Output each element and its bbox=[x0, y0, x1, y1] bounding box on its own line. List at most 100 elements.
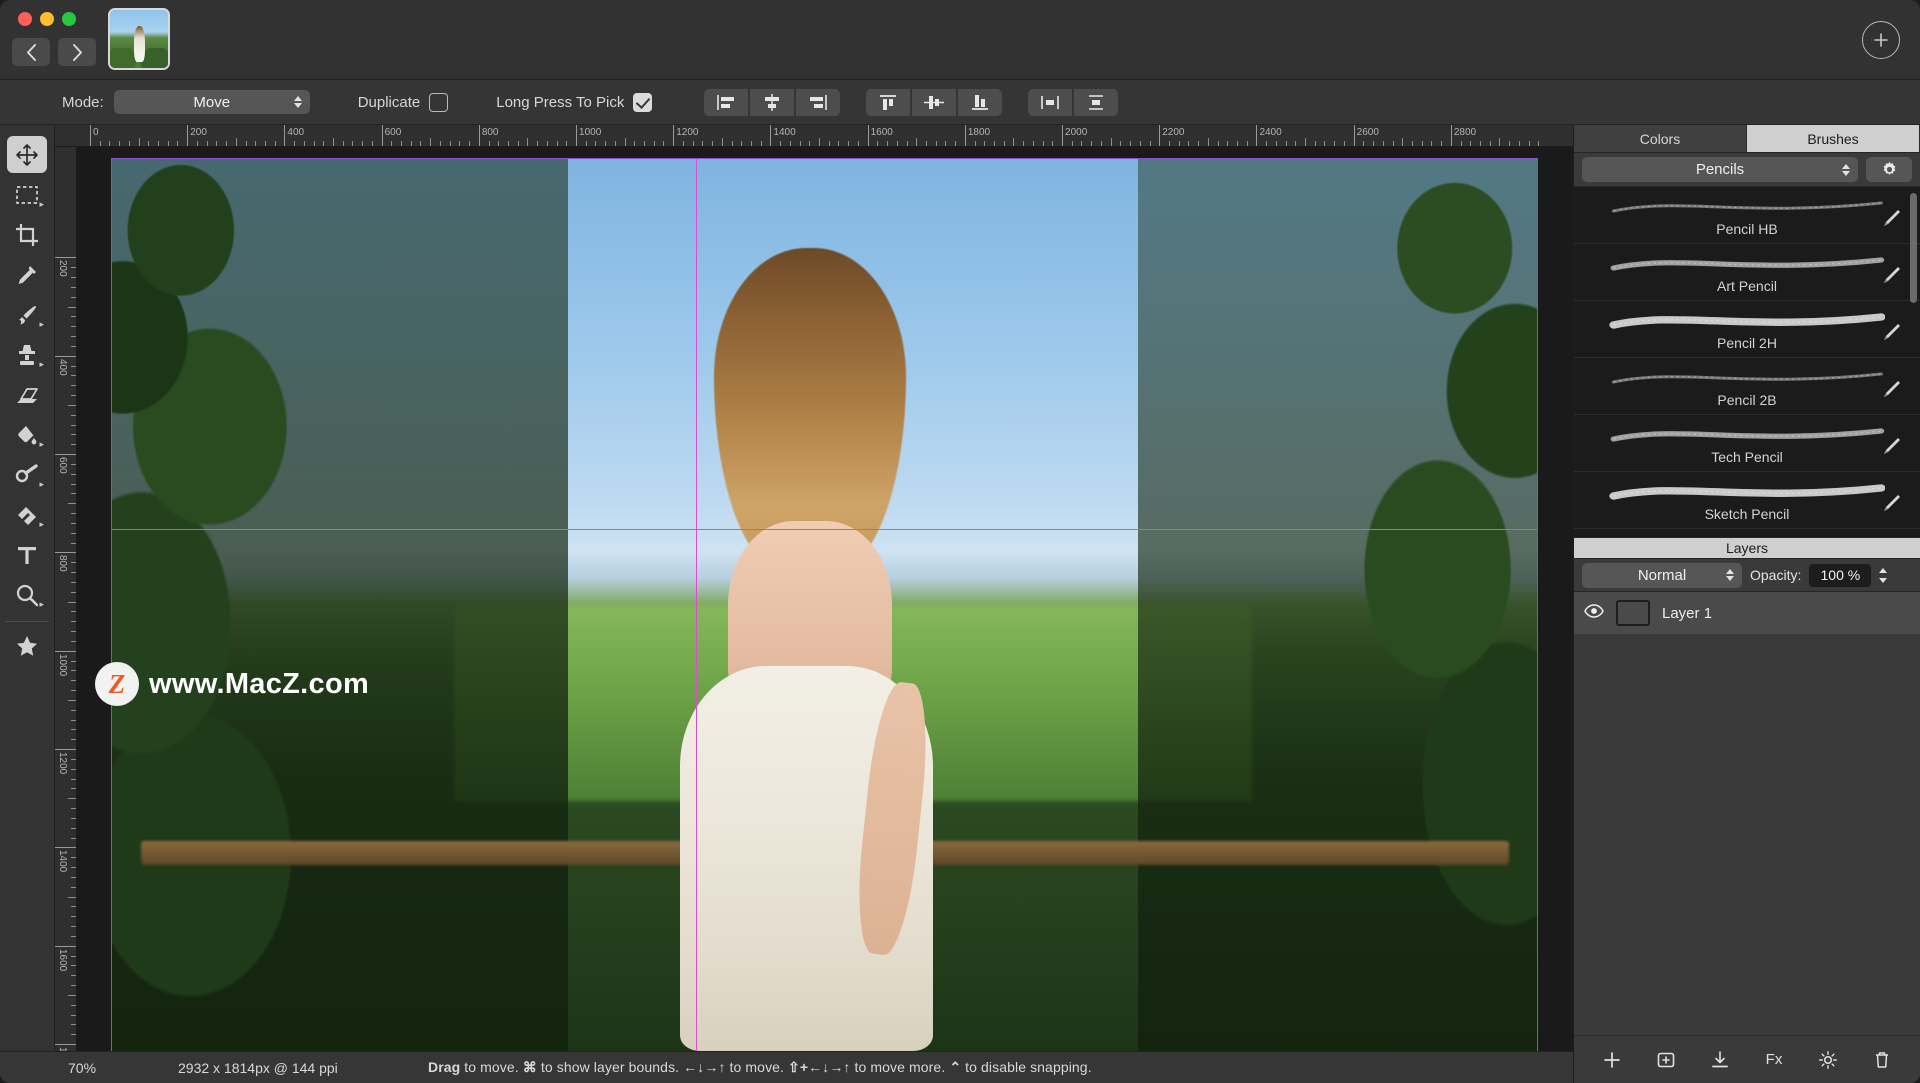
image-editor-window: Mode: Move Duplicate Long Press To Pick bbox=[0, 0, 1920, 1083]
chevron-updown-icon bbox=[1726, 569, 1734, 581]
document-canvas[interactable] bbox=[111, 158, 1538, 1052]
watermark: Z www.MacZ.com bbox=[95, 662, 369, 706]
horizontal-guide[interactable] bbox=[112, 529, 1537, 531]
add-group-button[interactable] bbox=[1653, 1047, 1679, 1073]
blur-tool[interactable]: ▸ bbox=[7, 456, 47, 493]
align-center-horizontal-button[interactable] bbox=[750, 88, 795, 116]
align-left-button[interactable] bbox=[704, 88, 749, 116]
selection-tool[interactable]: ▸ bbox=[7, 176, 47, 213]
ruler-major-tick bbox=[187, 125, 189, 146]
ruler-minor-tick bbox=[945, 141, 947, 146]
ruler-major-tick bbox=[55, 1044, 76, 1046]
opacity-stepper[interactable] bbox=[1879, 567, 1888, 583]
brush-list-item[interactable]: Pencil HB bbox=[1574, 187, 1920, 244]
adjustments-button[interactable] bbox=[1815, 1047, 1841, 1073]
nav-forward-button[interactable] bbox=[58, 38, 96, 66]
ruler-minor-tick bbox=[71, 975, 76, 977]
ruler-minor-tick bbox=[71, 286, 76, 288]
mode-select[interactable]: Move bbox=[113, 90, 310, 114]
eraser-tool[interactable] bbox=[7, 376, 47, 413]
pencil-icon bbox=[1880, 208, 1902, 235]
ruler-minor-tick bbox=[595, 141, 597, 146]
status-hint-arrows: ←↓→↑ bbox=[683, 1059, 726, 1075]
brush-category-select[interactable]: Pencils bbox=[1582, 157, 1858, 182]
close-button[interactable] bbox=[18, 12, 32, 26]
align-right-button[interactable] bbox=[796, 88, 841, 116]
ruler-minor-tick bbox=[342, 141, 344, 146]
effects-button[interactable]: Fx bbox=[1761, 1047, 1787, 1073]
layer-list[interactable]: Layer 1 bbox=[1574, 592, 1920, 1035]
favorites-tool[interactable] bbox=[7, 628, 47, 665]
ruler-minor-tick bbox=[1324, 141, 1326, 146]
text-tool[interactable] bbox=[7, 536, 47, 573]
ruler-minor-tick bbox=[1275, 141, 1277, 146]
opacity-input[interactable]: 100 % bbox=[1809, 563, 1872, 587]
ruler-minor-tick bbox=[71, 572, 76, 574]
delete-layer-button[interactable] bbox=[1869, 1047, 1895, 1073]
brush-tool[interactable]: ▸ bbox=[7, 296, 47, 333]
ruler-minor-tick bbox=[71, 778, 76, 780]
brush-list-item[interactable]: Pencil 2H bbox=[1574, 301, 1920, 358]
ruler-minor-tick bbox=[1334, 141, 1336, 146]
long-press-control[interactable]: Long Press To Pick bbox=[496, 92, 653, 112]
ruler-minor-tick bbox=[71, 424, 76, 426]
ruler-minor-tick bbox=[469, 141, 471, 146]
ruler-major-tick bbox=[1159, 125, 1161, 146]
align-bottom-button[interactable] bbox=[958, 88, 1003, 116]
watermark-badge: Z bbox=[95, 662, 139, 706]
ruler-minor-tick bbox=[1489, 141, 1491, 146]
align-middle-vertical-button[interactable] bbox=[912, 88, 957, 116]
brush-list-item[interactable]: Sketch Pencil bbox=[1574, 472, 1920, 529]
canvas-area[interactable]: Z www.MacZ.com bbox=[77, 147, 1573, 1063]
ruler-label: 400 bbox=[57, 358, 68, 376]
table-row[interactable]: Layer 1 bbox=[1574, 592, 1920, 634]
submenu-indicator-icon: ▸ bbox=[39, 479, 44, 489]
eyedropper-tool[interactable] bbox=[7, 256, 47, 293]
ruler-minor-tick bbox=[1382, 141, 1384, 146]
horizontal-ruler[interactable]: 0 200 400 600 800 1000 1200 1400 1600 1800 2000 220… bbox=[55, 125, 1573, 147]
vertical-ruler[interactable]: 20040060080010001200140016001800 bbox=[55, 147, 77, 1063]
ruler-label: 2400 bbox=[1259, 127, 1282, 138]
brush-stroke-preview bbox=[1608, 309, 1886, 335]
distribute-vertical-button[interactable] bbox=[1074, 88, 1119, 116]
brush-list-item[interactable]: Art Pencil bbox=[1574, 244, 1920, 301]
vertical-guide[interactable] bbox=[696, 159, 698, 1051]
brush-list[interactable]: Pencil HB Art Pencil Pencil 2H Pencil 2B Tec… bbox=[1574, 187, 1920, 537]
minimize-button[interactable] bbox=[40, 12, 54, 26]
ruler-label: 0 bbox=[93, 127, 99, 138]
brush-list-scrollbar[interactable] bbox=[1910, 193, 1917, 303]
crop-tool[interactable] bbox=[7, 216, 47, 253]
tab-brushes[interactable]: Brushes bbox=[1747, 125, 1920, 152]
ruler-minor-tick bbox=[566, 141, 568, 146]
clone-stamp-tool[interactable]: ▸ bbox=[7, 336, 47, 373]
blend-mode-select[interactable]: Normal bbox=[1582, 562, 1742, 588]
long-press-checkbox[interactable] bbox=[633, 92, 653, 112]
ruler-minor-tick bbox=[1285, 141, 1287, 146]
brush-list-item[interactable]: Pencil 2B bbox=[1574, 358, 1920, 415]
ruler-minor-tick bbox=[71, 611, 76, 613]
document-thumbnail[interactable] bbox=[108, 8, 170, 70]
paint-bucket-tool[interactable]: ▸ bbox=[7, 416, 47, 453]
nav-back-button[interactable] bbox=[12, 38, 50, 66]
brush-stroke-preview bbox=[1609, 423, 1886, 449]
shape-tool[interactable]: ▸ bbox=[7, 496, 47, 533]
move-tool[interactable] bbox=[7, 136, 47, 173]
duplicate-control[interactable]: Duplicate bbox=[358, 92, 449, 112]
layer-name: Layer 1 bbox=[1662, 604, 1713, 622]
brush-settings-button[interactable] bbox=[1866, 157, 1912, 182]
zoom-tool[interactable]: ▸ bbox=[7, 576, 47, 613]
tab-colors[interactable]: Colors bbox=[1574, 125, 1747, 152]
brush-list-item[interactable]: Tech Pencil bbox=[1574, 415, 1920, 472]
layer-visibility-toggle[interactable] bbox=[1584, 603, 1604, 623]
import-layer-button[interactable] bbox=[1707, 1047, 1733, 1073]
ruler-major-tick bbox=[576, 125, 578, 146]
distribute-horizontal-button[interactable] bbox=[1028, 88, 1073, 116]
duplicate-checkbox[interactable] bbox=[429, 92, 449, 112]
toolbar-divider bbox=[5, 621, 49, 622]
ruler-minor-tick bbox=[1470, 141, 1472, 146]
ruler-minor-tick bbox=[1499, 138, 1501, 146]
add-document-button[interactable] bbox=[1862, 21, 1900, 59]
add-layer-button[interactable] bbox=[1599, 1047, 1625, 1073]
align-top-button[interactable] bbox=[866, 88, 911, 116]
zoom-button[interactable] bbox=[62, 12, 76, 26]
